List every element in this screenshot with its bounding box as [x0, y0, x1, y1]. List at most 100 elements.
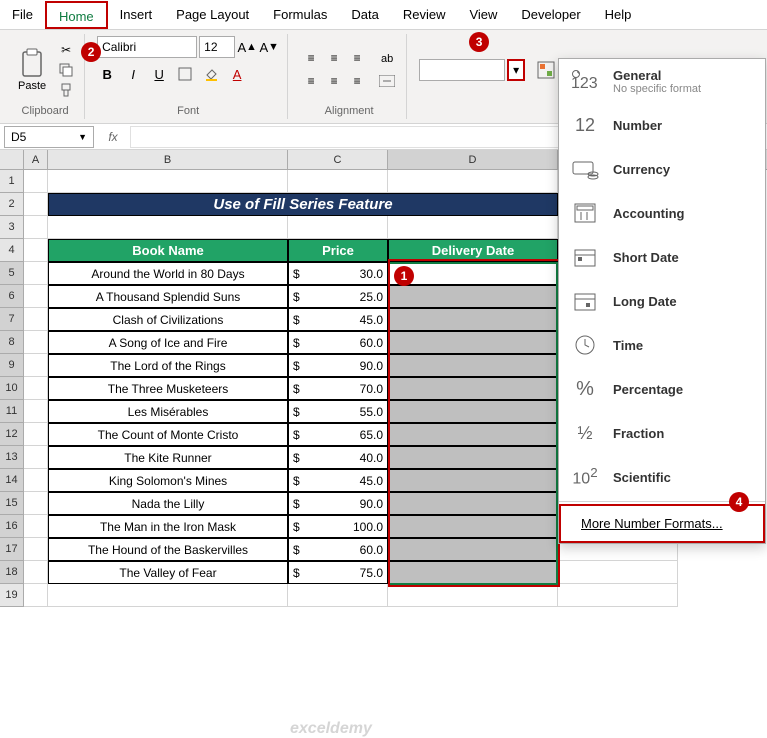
price-cell[interactable]: $45.0 [288, 469, 388, 492]
align-bottom-button[interactable]: ≡ [346, 47, 368, 69]
row-head[interactable]: 13 [0, 446, 24, 469]
delivery-cell[interactable] [388, 308, 558, 331]
format-currency[interactable]: Currency [559, 147, 765, 191]
format-painter-button[interactable] [56, 81, 76, 99]
row-head[interactable]: 2 [0, 193, 24, 216]
cell[interactable] [24, 239, 48, 262]
cell[interactable] [24, 561, 48, 584]
delivery-cell[interactable] [388, 377, 558, 400]
delivery-cell[interactable] [388, 400, 558, 423]
col-D[interactable]: D [388, 150, 558, 169]
number-format-dropdown[interactable]: ▾ [507, 59, 525, 81]
book-cell[interactable]: Clash of Civilizations [48, 308, 288, 331]
cell[interactable] [388, 584, 558, 607]
font-color-button[interactable]: A [227, 64, 247, 84]
price-cell[interactable]: $40.0 [288, 446, 388, 469]
price-cell[interactable]: $30.0 [288, 262, 388, 285]
paste-button[interactable]: Paste [14, 46, 50, 94]
row-head[interactable]: 19 [0, 584, 24, 607]
title-cell[interactable]: Use of Fill Series Feature [48, 193, 558, 216]
cell[interactable] [24, 262, 48, 285]
price-cell[interactable]: $55.0 [288, 400, 388, 423]
format-number[interactable]: 12 Number [559, 103, 765, 147]
font-label[interactable]: Font [177, 103, 199, 119]
cell[interactable] [48, 584, 288, 607]
cell[interactable] [24, 538, 48, 561]
decrease-font-button[interactable]: A▼ [259, 37, 279, 57]
price-cell[interactable]: $75.0 [288, 561, 388, 584]
row-head[interactable]: 17 [0, 538, 24, 561]
row-head[interactable]: 3 [0, 216, 24, 239]
col-A[interactable]: A [24, 150, 48, 169]
menu-view[interactable]: View [457, 1, 509, 28]
row-head[interactable]: 1 [0, 170, 24, 193]
cell[interactable] [24, 423, 48, 446]
menu-pagelayout[interactable]: Page Layout [164, 1, 261, 28]
row-head[interactable]: 18 [0, 561, 24, 584]
cell[interactable] [388, 170, 558, 193]
col-C[interactable]: C [288, 150, 388, 169]
cell[interactable] [24, 377, 48, 400]
bold-button[interactable]: B [97, 64, 117, 84]
cell[interactable] [24, 469, 48, 492]
header-price[interactable]: Price [288, 239, 388, 262]
cell[interactable] [24, 216, 48, 239]
cell[interactable] [24, 446, 48, 469]
menu-formulas[interactable]: Formulas [261, 1, 339, 28]
cut-button[interactable]: ✂ [56, 41, 76, 59]
align-center-button[interactable]: ≡ [323, 70, 345, 92]
header-book[interactable]: Book Name [48, 239, 288, 262]
price-cell[interactable]: $100.0 [288, 515, 388, 538]
cell[interactable] [24, 285, 48, 308]
cell[interactable] [558, 561, 678, 584]
merge-button[interactable] [376, 71, 398, 91]
col-B[interactable]: B [48, 150, 288, 169]
delivery-cell[interactable] [388, 469, 558, 492]
format-time[interactable]: Time [559, 323, 765, 367]
price-cell[interactable]: $90.0 [288, 354, 388, 377]
book-cell[interactable]: The Lord of the Rings [48, 354, 288, 377]
price-cell[interactable]: $60.0 [288, 538, 388, 561]
menu-home[interactable]: Home [45, 1, 108, 29]
delivery-cell[interactable] [388, 446, 558, 469]
fx-label[interactable]: fx [98, 130, 128, 144]
format-fraction[interactable]: ½ Fraction [559, 411, 765, 455]
wrap-text-button[interactable]: ab [376, 49, 398, 69]
price-cell[interactable]: $70.0 [288, 377, 388, 400]
price-cell[interactable]: $60.0 [288, 331, 388, 354]
increase-font-button[interactable]: A▲ [237, 37, 257, 57]
book-cell[interactable]: The Hound of the Baskervilles [48, 538, 288, 561]
font-size-select[interactable] [199, 36, 235, 58]
book-cell[interactable]: The Kite Runner [48, 446, 288, 469]
fill-color-button[interactable] [201, 64, 221, 84]
menu-developer[interactable]: Developer [509, 1, 592, 28]
menu-review[interactable]: Review [391, 1, 458, 28]
align-left-button[interactable]: ≡ [300, 70, 322, 92]
font-name-select[interactable] [97, 36, 197, 58]
row-head[interactable]: 5 [0, 262, 24, 285]
cell[interactable] [24, 354, 48, 377]
select-all-corner[interactable] [0, 150, 24, 169]
row-head[interactable]: 7 [0, 308, 24, 331]
price-cell[interactable]: $45.0 [288, 308, 388, 331]
cell[interactable] [24, 193, 48, 216]
delivery-cell[interactable] [388, 492, 558, 515]
row-head[interactable]: 4 [0, 239, 24, 262]
delivery-cell[interactable] [388, 538, 558, 561]
row-head[interactable]: 6 [0, 285, 24, 308]
underline-button[interactable]: U [149, 64, 169, 84]
menu-file[interactable]: File [0, 1, 45, 28]
delivery-cell[interactable] [388, 354, 558, 377]
format-longdate[interactable]: Long Date [559, 279, 765, 323]
align-top-button[interactable]: ≡ [300, 47, 322, 69]
cell[interactable] [24, 584, 48, 607]
delivery-cell[interactable] [388, 515, 558, 538]
clipboard-label[interactable]: Clipboard [22, 103, 69, 119]
cell[interactable] [288, 170, 388, 193]
book-cell[interactable]: King Solomon's Mines [48, 469, 288, 492]
book-cell[interactable]: A Thousand Splendid Suns [48, 285, 288, 308]
format-percentage[interactable]: % Percentage [559, 367, 765, 411]
delivery-cell[interactable] [388, 285, 558, 308]
row-head[interactable]: 15 [0, 492, 24, 515]
cell[interactable] [24, 308, 48, 331]
